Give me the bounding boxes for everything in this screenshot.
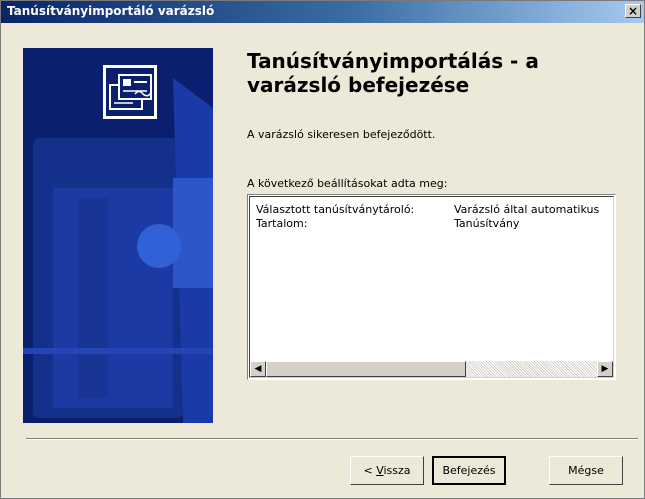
cancel-button[interactable]: Mégse <box>549 456 623 485</box>
title-bar[interactable]: Tanúsítványimportáló varázsló × <box>1 1 644 23</box>
back-button[interactable]: < Vissza <box>350 456 424 485</box>
setting-value: Varázsló által automatikus <box>454 203 600 216</box>
back-button-prefix: < <box>363 464 377 477</box>
scrollbar-track[interactable] <box>466 361 597 377</box>
wizard-window: Tanúsítványimportáló varázsló × Tanúsítv… <box>0 0 645 499</box>
page-title-line1: Tanúsítványimportálás - a <box>247 49 539 73</box>
wizard-content: Tanúsítványimportálás - a varázsló befej… <box>247 49 637 190</box>
settings-list[interactable]: Választott tanúsítványtároló: Varázsló ál… <box>247 194 616 380</box>
certificate-icon <box>103 65 157 119</box>
scroll-left-icon[interactable]: ◀ <box>250 361 266 377</box>
setting-key: Választott tanúsítványtároló: <box>256 203 415 216</box>
setting-key: Tartalom: <box>256 217 308 230</box>
list-item[interactable]: Tartalom: Tanúsítvány <box>256 217 519 230</box>
page-title: Tanúsítványimportálás - a varázsló befej… <box>247 49 637 97</box>
page-title-line2: varázsló befejezése <box>247 73 470 97</box>
window-title: Tanúsítványimportáló varázsló <box>7 4 215 18</box>
wizard-banner <box>23 48 213 423</box>
back-button-rest: issza <box>383 464 411 477</box>
horizontal-scrollbar[interactable]: ◀ ▶ <box>250 361 613 377</box>
list-item[interactable]: Választott tanúsítványtároló: Varázsló ál… <box>256 203 599 216</box>
scrollbar-thumb[interactable] <box>266 361 466 377</box>
close-button[interactable]: × <box>625 4 641 18</box>
setting-value: Tanúsítvány <box>454 217 520 230</box>
button-separator <box>26 438 638 440</box>
finish-button[interactable]: Befejezés <box>432 456 506 485</box>
settings-list-label: A következő beállításokat adta meg: <box>247 177 448 190</box>
scroll-right-icon[interactable]: ▶ <box>597 361 613 377</box>
status-message: A varázsló sikeresen befejeződött. <box>247 128 436 141</box>
